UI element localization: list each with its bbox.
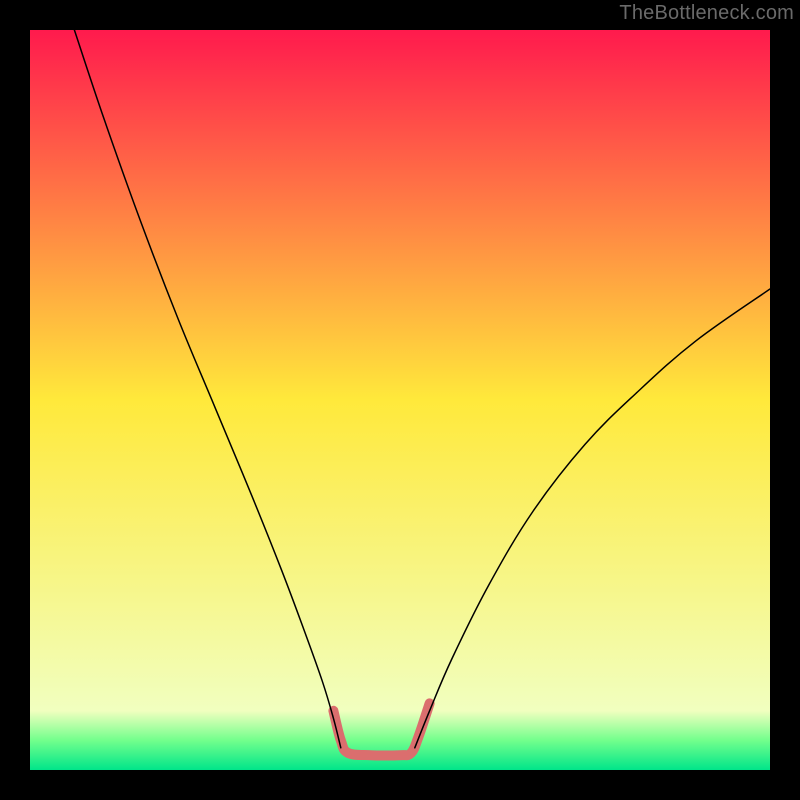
gradient-background [30,30,770,770]
chart-svg [30,30,770,770]
plot-area [30,30,770,770]
watermark-text: TheBottleneck.com [619,2,794,25]
chart-container: TheBottleneck.com [0,0,800,800]
